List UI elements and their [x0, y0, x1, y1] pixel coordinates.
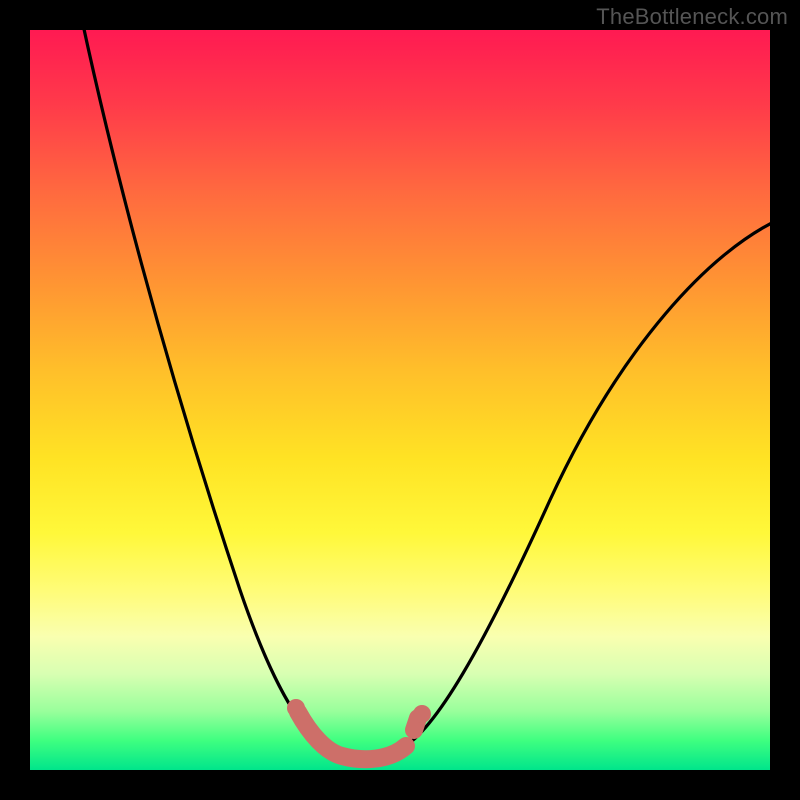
low-bottleneck-marker [298, 712, 418, 759]
outer-frame: TheBottleneck.com [0, 0, 800, 800]
bottleneck-curve-path [82, 20, 782, 756]
marker-dot-left [287, 699, 305, 717]
bottleneck-curve-svg [30, 30, 770, 770]
marker-dot-right [413, 705, 431, 723]
watermark-text: TheBottleneck.com [596, 4, 788, 30]
chart-plot-area [30, 30, 770, 770]
